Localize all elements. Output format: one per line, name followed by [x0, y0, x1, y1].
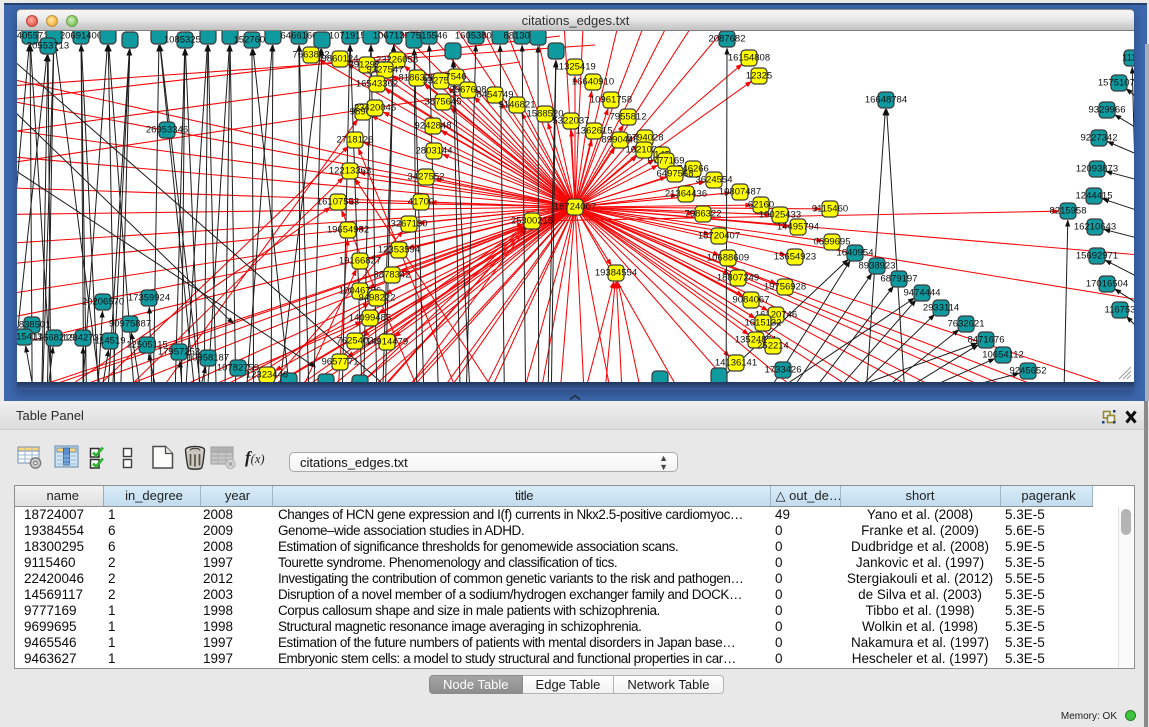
svg-text:9474444: 9474444	[904, 288, 941, 299]
svg-text:15751074: 15751074	[1098, 78, 1134, 89]
svg-text:12325: 12325	[746, 71, 772, 82]
svg-text:16648784: 16648784	[865, 95, 907, 106]
svg-text:20553713: 20553713	[27, 41, 69, 52]
svg-text:9084067: 9084067	[733, 295, 770, 306]
svg-text:0699695: 0699695	[814, 237, 851, 248]
svg-text:10654112: 10654112	[982, 350, 1024, 361]
svg-text:2803144: 2803144	[416, 146, 453, 157]
svg-text:26053346: 26053346	[146, 125, 188, 136]
svg-text:12213363: 12213363	[329, 166, 371, 177]
svg-text:3624554: 3624554	[696, 175, 733, 186]
svg-text:16543362: 16543362	[356, 79, 398, 90]
svg-text:252214: 252214	[757, 341, 789, 352]
svg-text:12353594: 12353594	[378, 245, 420, 256]
svg-text:9245652: 9245652	[1010, 366, 1047, 377]
svg-text:8938923: 8938923	[859, 261, 896, 272]
svg-text:7515546: 7515546	[411, 31, 448, 42]
svg-text:9227342: 9227342	[1081, 133, 1118, 144]
svg-text:116753: 116753	[1105, 305, 1135, 316]
svg-text:2087682: 2087682	[709, 34, 746, 45]
svg-text:7986322: 7986322	[685, 209, 722, 220]
svg-text:90975887: 90975887	[109, 319, 151, 330]
svg-text:114519: 114519	[95, 336, 126, 347]
svg-text:11325419: 11325419	[554, 62, 596, 73]
svg-text:7955812: 7955812	[610, 112, 647, 123]
svg-text:3875645: 3875645	[425, 97, 462, 108]
svg-text:15692971: 15692971	[1076, 251, 1118, 262]
svg-text:12323446: 12323446	[246, 370, 288, 381]
svg-text:19654982: 19654982	[327, 225, 369, 236]
svg-text:1640954: 1640954	[837, 248, 874, 259]
svg-text:2933114: 2933114	[923, 303, 959, 314]
svg-text:25300215: 25300215	[511, 216, 553, 227]
svg-text:18724007: 18724007	[554, 202, 596, 213]
svg-text:6466160: 6466160	[281, 31, 318, 42]
svg-text:3267130: 3267130	[391, 219, 428, 230]
svg-text:13654923: 13654923	[774, 252, 816, 263]
svg-text:8215958: 8215958	[1050, 206, 1087, 217]
svg-text:10688609: 10688609	[707, 253, 749, 264]
svg-text:16640910: 16640910	[572, 77, 614, 88]
svg-text:9498222: 9498222	[359, 293, 396, 304]
svg-text:19756928: 19756928	[764, 282, 806, 293]
svg-text:16210643: 16210643	[1074, 222, 1116, 233]
svg-text:14099485: 14099485	[349, 313, 391, 324]
svg-text:14495794: 14495794	[777, 222, 819, 233]
svg-text:1733426: 1733426	[765, 365, 802, 376]
svg-text:41700: 41700	[408, 197, 434, 208]
svg-text:16107553: 16107553	[317, 197, 359, 208]
svg-text:1615132: 1615132	[745, 318, 782, 329]
svg-text:15720407: 15720407	[698, 231, 740, 242]
svg-text:6497568: 6497568	[657, 169, 694, 180]
svg-text:3427552: 3427552	[408, 172, 445, 183]
svg-text:10807487: 10807487	[719, 187, 761, 198]
svg-text:9657771: 9657771	[322, 357, 359, 368]
svg-text:21364436: 21364436	[665, 189, 707, 200]
svg-text:8471676: 8471676	[968, 335, 1005, 346]
svg-text:23420046: 23420046	[354, 103, 396, 114]
svg-text:16154808: 16154808	[728, 53, 770, 64]
svg-text:9115460: 9115460	[812, 204, 848, 215]
svg-text:10961758: 10961758	[590, 95, 632, 106]
svg-text:16053809: 16053809	[455, 31, 497, 42]
svg-text:12093873: 12093873	[1076, 164, 1118, 175]
svg-text:7546: 7546	[445, 72, 466, 83]
svg-text:3878342: 3878342	[374, 270, 411, 281]
svg-text:20206570: 20206570	[82, 297, 124, 308]
svg-text:14136141: 14136141	[715, 358, 757, 369]
svg-text:18807249: 18807249	[717, 273, 759, 284]
svg-text:19166827: 19166827	[339, 256, 381, 267]
svg-text:19384554: 19384554	[595, 268, 637, 279]
svg-text:6879197: 6879197	[881, 274, 918, 285]
svg-text:2718126: 2718126	[337, 135, 374, 146]
svg-text:9329966: 9329966	[1089, 105, 1126, 116]
svg-text:14914479: 14914479	[366, 337, 408, 348]
svg-text:9242848: 9242848	[415, 121, 452, 132]
svg-text:1112: 1112	[1122, 53, 1134, 64]
svg-text:7632621: 7632621	[948, 319, 985, 330]
svg-text:17016504: 17016504	[1086, 279, 1128, 290]
svg-text:17359924: 17359924	[128, 293, 170, 304]
svg-text:1244415: 1244415	[1076, 191, 1113, 202]
